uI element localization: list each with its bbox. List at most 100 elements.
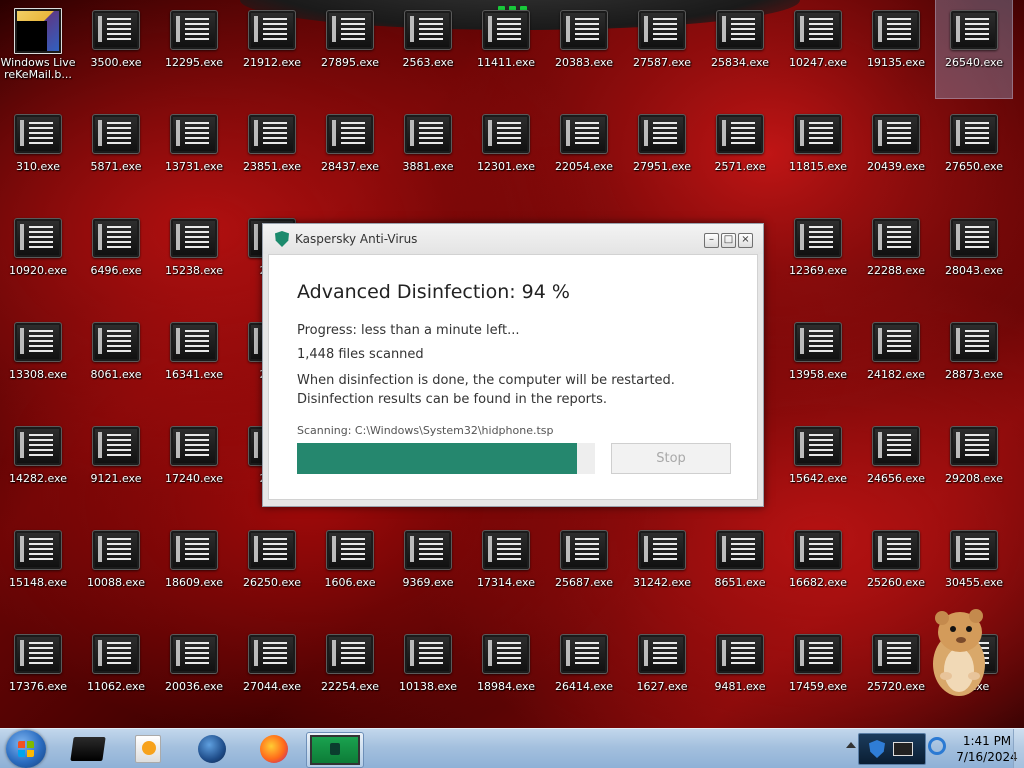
desktop-icon-label: 26250.exe	[242, 576, 301, 589]
desktop-icon-exe[interactable]: 1627.exe	[624, 624, 700, 722]
desktop-icon-label: 16682.exe	[788, 576, 847, 589]
desktop-icon-exe[interactable]: 18984.exe	[468, 624, 544, 722]
desktop-icon-exe[interactable]: 12301.exe	[468, 104, 544, 202]
desktop-icon-exe[interactable]: 15148.exe	[0, 520, 76, 618]
desktop-icon-exe[interactable]: 2571.exe	[702, 104, 778, 202]
minimize-button[interactable]: –	[704, 233, 719, 248]
kaspersky-taskbar-icon	[310, 735, 360, 765]
program-icon	[248, 114, 296, 154]
desktop-icon-exe[interactable]: 17459.exe	[780, 624, 856, 722]
desktop-icon-exe[interactable]: 20036.exe	[156, 624, 232, 722]
desktop-icon-exe[interactable]: 2563.exe	[390, 0, 466, 98]
desktop-icon-exe[interactable]: 25720.exe	[858, 624, 934, 722]
desktop-icon-exe[interactable]: 25687.exe	[546, 520, 622, 618]
hamster-gadget-icon[interactable]	[924, 604, 994, 700]
desktop-icon-exe[interactable]: 20439.exe	[858, 104, 934, 202]
desktop-icon-label: 17240.exe	[164, 472, 223, 485]
close-button[interactable]: ×	[738, 233, 753, 248]
start-button[interactable]	[6, 730, 46, 768]
dialog-titlebar[interactable]: Kaspersky Anti-Virus – □ ×	[263, 224, 763, 254]
desktop-icon-exe[interactable]: 24656.exe	[858, 416, 934, 514]
desktop-icon-exe[interactable]: 28043.exe	[936, 208, 1012, 306]
tray-icons-group[interactable]	[858, 733, 926, 765]
desktop-icon-exe[interactable]: 3500.exe	[78, 0, 154, 98]
desktop-icon-exe[interactable]: 12369.exe	[780, 208, 856, 306]
program-icon	[872, 634, 920, 674]
maximize-button[interactable]: □	[721, 233, 736, 248]
desktop-icon-exe[interactable]: 13731.exe	[156, 104, 232, 202]
desktop-icon-exe[interactable]: 27951.exe	[624, 104, 700, 202]
desktop-icon-exe[interactable]: 11062.exe	[78, 624, 154, 722]
desktop-icon-windows-live[interactable]: Windows Live reKeMail.b...	[0, 0, 76, 98]
desktop-icon-exe[interactable]: 26540.exe	[935, 0, 1013, 99]
desktop-icon-exe[interactable]: 27044.exe	[234, 624, 310, 722]
desktop-icon-exe[interactable]: 20383.exe	[546, 0, 622, 98]
desktop-icon-exe[interactable]: 21912.exe	[234, 0, 310, 98]
desktop-icon-exe[interactable]: 18609.exe	[156, 520, 232, 618]
desktop-icon-exe[interactable]: 22054.exe	[546, 104, 622, 202]
clock[interactable]: 1:41 PM 7/16/2024	[952, 733, 1022, 765]
desktop-icon-exe[interactable]: 22288.exe	[858, 208, 934, 306]
desktop-icon-exe[interactable]: 31242.exe	[624, 520, 700, 618]
desktop-icon-exe[interactable]: 10247.exe	[780, 0, 856, 98]
stop-button[interactable]: Stop	[611, 443, 731, 474]
desktop-icon-exe[interactable]: 15238.exe	[156, 208, 232, 306]
desktop-icon-exe[interactable]: 28873.exe	[936, 312, 1012, 410]
taskbar-firefox[interactable]	[248, 732, 300, 766]
desktop-icon-exe[interactable]: 10920.exe	[0, 208, 76, 306]
desktop-icon-exe[interactable]: 9481.exe	[702, 624, 778, 722]
desktop-icon-exe[interactable]: 9369.exe	[390, 520, 466, 618]
desktop-icon-exe[interactable]: 10138.exe	[390, 624, 466, 722]
taskbar-globe-app[interactable]	[186, 732, 238, 766]
desktop-icon-exe[interactable]: 29208.exe	[936, 416, 1012, 514]
show-hidden-icons-arrow-icon[interactable]	[846, 742, 856, 748]
desktop-icon-exe[interactable]: 22254.exe	[312, 624, 388, 722]
desktop-icon-exe[interactable]: 14282.exe	[0, 416, 76, 514]
desktop-icon-exe[interactable]: 3881.exe	[390, 104, 466, 202]
desktop-icon-exe[interactable]: 12295.exe	[156, 0, 232, 98]
system-tray: 1:41 PM 7/16/2024	[840, 729, 1024, 768]
desktop-icon-exe[interactable]: 8651.exe	[702, 520, 778, 618]
desktop-icon-exe[interactable]: 16682.exe	[780, 520, 856, 618]
program-icon	[872, 426, 920, 466]
desktop-icon-exe[interactable]: 17376.exe	[0, 624, 76, 722]
desktop-icon-exe[interactable]: 25260.exe	[858, 520, 934, 618]
desktop-icon-label: 28873.exe	[944, 368, 1003, 381]
desktop-icon-exe[interactable]: 16341.exe	[156, 312, 232, 410]
desktop-icon-exe[interactable]: 11411.exe	[468, 0, 544, 98]
program-icon	[560, 10, 608, 50]
desktop-icon-label: 15642.exe	[788, 472, 847, 485]
desktop-icon-label: 13308.exe	[8, 368, 67, 381]
taskbar-kaspersky[interactable]	[306, 732, 364, 768]
taskbar-media-player[interactable]	[122, 732, 174, 766]
desktop-icon-exe[interactable]: 9121.exe	[78, 416, 154, 514]
desktop-icon-exe[interactable]: 28437.exe	[312, 104, 388, 202]
desktop-icon-exe[interactable]: 13308.exe	[0, 312, 76, 410]
program-icon	[950, 426, 998, 466]
desktop-icon-exe[interactable]: 5871.exe	[78, 104, 154, 202]
taskbar-explorer[interactable]	[62, 732, 114, 766]
desktop-icon-exe[interactable]: 26250.exe	[234, 520, 310, 618]
desktop-icon-exe[interactable]: 27587.exe	[624, 0, 700, 98]
desktop-icon-exe[interactable]: 10088.exe	[78, 520, 154, 618]
desktop-icon-exe[interactable]: 27650.exe	[936, 104, 1012, 202]
desktop-icon-exe[interactable]: 26414.exe	[546, 624, 622, 722]
desktop-icon-exe[interactable]: 310.exe	[0, 104, 76, 202]
desktop-icon-label: 24656.exe	[866, 472, 925, 485]
desktop-icon-exe[interactable]: 17240.exe	[156, 416, 232, 514]
desktop-icon-exe[interactable]: 17314.exe	[468, 520, 544, 618]
desktop-icon-exe[interactable]: 11815.exe	[780, 104, 856, 202]
desktop-icon-exe[interactable]: 6496.exe	[78, 208, 154, 306]
program-icon	[950, 218, 998, 258]
desktop-icon-exe[interactable]: 25834.exe	[702, 0, 778, 98]
desktop-icon-exe[interactable]: 27895.exe	[312, 0, 388, 98]
browser-tray-icon[interactable]	[928, 737, 946, 755]
desktop-icon-exe[interactable]: 15642.exe	[780, 416, 856, 514]
desktop-icon-exe[interactable]: 13958.exe	[780, 312, 856, 410]
show-desktop-button[interactable]	[1013, 729, 1024, 768]
desktop-icon-exe[interactable]: 23851.exe	[234, 104, 310, 202]
desktop-icon-exe[interactable]: 1606.exe	[312, 520, 388, 618]
desktop-icon-exe[interactable]: 8061.exe	[78, 312, 154, 410]
desktop-icon-exe[interactable]: 19135.exe	[858, 0, 934, 98]
desktop-icon-exe[interactable]: 24182.exe	[858, 312, 934, 410]
